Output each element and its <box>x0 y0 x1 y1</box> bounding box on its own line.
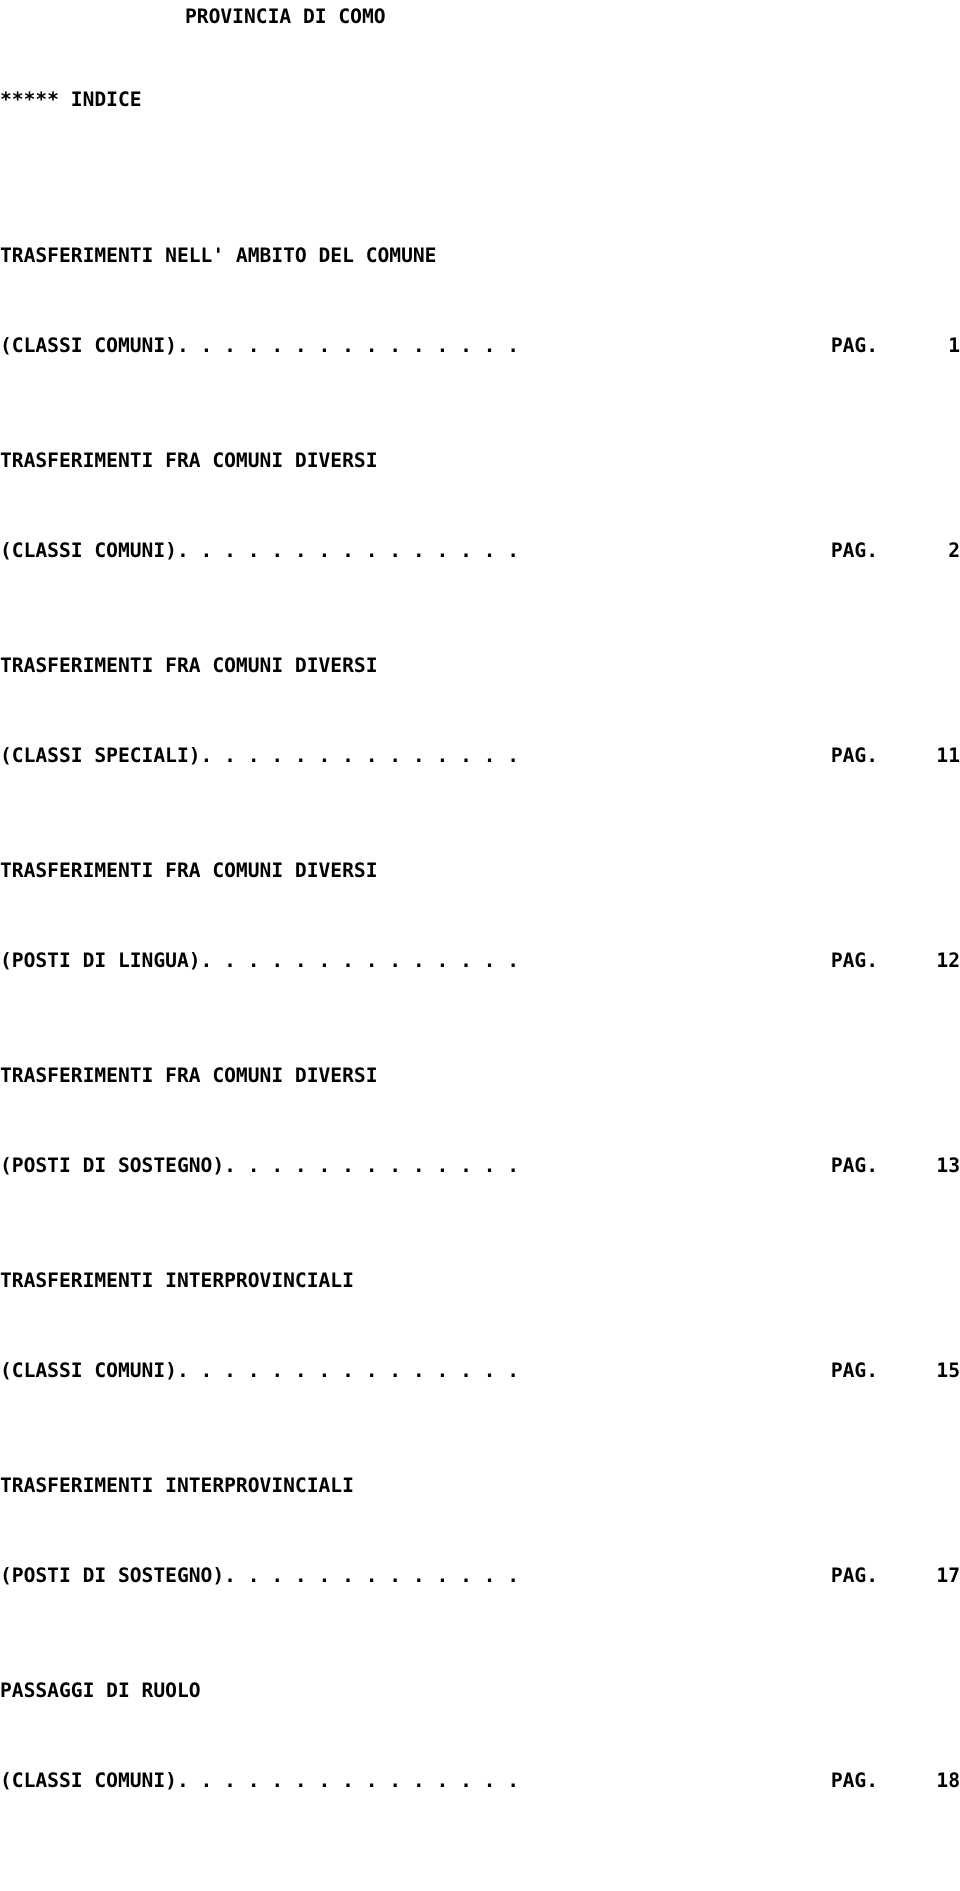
index-entry-row[interactable]: (CLASSI COMUNI) . . . . . . . . . . . . … <box>0 1356 960 1386</box>
page-number: 15 <box>936 1359 960 1382</box>
index-entry-row[interactable]: (CLASSI COMUNI) . . . . . . . . . . . . … <box>0 536 960 566</box>
index-entry-row[interactable]: (CLASSI COMUNI) . . . . . . . . . . . . … <box>0 1766 960 1796</box>
leader-dots: . . . . . . . . . . . . . <box>224 1154 520 1177</box>
entry-label: (CLASSI COMUNI) <box>0 1769 177 1792</box>
entry-label: (CLASSI COMUNI) <box>0 334 177 357</box>
leader-dots: . . . . . . . . . . . . . . . <box>176 1769 520 1792</box>
entry-label: (POSTI DI SOSTEGNO) <box>0 1564 225 1587</box>
pag-label: PAG. <box>830 1769 878 1792</box>
pag-label: PAG. <box>830 334 878 357</box>
pag-label: PAG. <box>830 1154 878 1177</box>
page-number: 1 <box>948 334 960 357</box>
entry-label: (CLASSI COMUNI) <box>0 539 177 562</box>
page-number: 12 <box>936 949 960 972</box>
entry-label: (CLASSI COMUNI) <box>0 1359 177 1382</box>
entry-heading: TRASFERIMENTI INTERPROVINCIALI <box>0 1269 354 1292</box>
leader-dots: . . . . . . . . . . . . . <box>224 1564 520 1587</box>
page-title: PROVINCIA DI COMO <box>185 5 386 28</box>
index-entry-row[interactable]: (CLASSI COMUNI) . . . . . . . . . . . . … <box>0 331 960 361</box>
entry-label: (POSTI DI LINGUA) <box>0 949 201 972</box>
index-entry-row[interactable]: (POSTI DI LINGUA) . . . . . . . . . . . … <box>0 946 960 976</box>
index-page: PROVINCIA DI COMO ***** INDICE TRASFERIM… <box>0 0 960 1891</box>
entry-heading: PASSAGGI DI RUOLO <box>0 1679 201 1702</box>
index-entry-row[interactable]: (POSTI DI SOSTEGNO) . . . . . . . . . . … <box>0 1561 960 1591</box>
pag-label: PAG. <box>830 744 878 767</box>
entry-heading: TRASFERIMENTI NELL' AMBITO DEL COMUNE <box>0 244 437 267</box>
leader-dots: . . . . . . . . . . . . . . <box>200 949 520 972</box>
page-number: 11 <box>936 744 960 767</box>
page-number: 13 <box>936 1154 960 1177</box>
pag-label: PAG. <box>830 1359 878 1382</box>
entry-heading: TRASFERIMENTI INTERPROVINCIALI <box>0 1474 354 1497</box>
entry-heading: TRASFERIMENTI FRA COMUNI DIVERSI <box>0 449 378 472</box>
leader-dots: . . . . . . . . . . . . . . <box>200 744 520 767</box>
page-number: 18 <box>936 1769 960 1792</box>
entry-label: (CLASSI SPECIALI) <box>0 744 201 767</box>
index-entry-row[interactable]: (CLASSI SPECIALI) . . . . . . . . . . . … <box>0 741 960 771</box>
leader-dots: . . . . . . . . . . . . . . . <box>176 1359 520 1382</box>
leader-dots: . . . . . . . . . . . . . . . <box>176 539 520 562</box>
entry-heading: TRASFERIMENTI FRA COMUNI DIVERSI <box>0 859 378 882</box>
pag-label: PAG. <box>830 949 878 972</box>
page-number: 2 <box>948 539 960 562</box>
pag-label: PAG. <box>830 1564 878 1587</box>
pag-label: PAG. <box>830 539 878 562</box>
entry-label: (POSTI DI SOSTEGNO) <box>0 1154 225 1177</box>
page-number: 17 <box>936 1564 960 1587</box>
entry-heading: TRASFERIMENTI FRA COMUNI DIVERSI <box>0 654 378 677</box>
entry-heading: TRASFERIMENTI FRA COMUNI DIVERSI <box>0 1064 378 1087</box>
index-entry-row[interactable]: (POSTI DI SOSTEGNO) . . . . . . . . . . … <box>0 1151 960 1181</box>
index-heading: ***** INDICE <box>0 88 142 111</box>
leader-dots: . . . . . . . . . . . . . . . <box>176 334 520 357</box>
